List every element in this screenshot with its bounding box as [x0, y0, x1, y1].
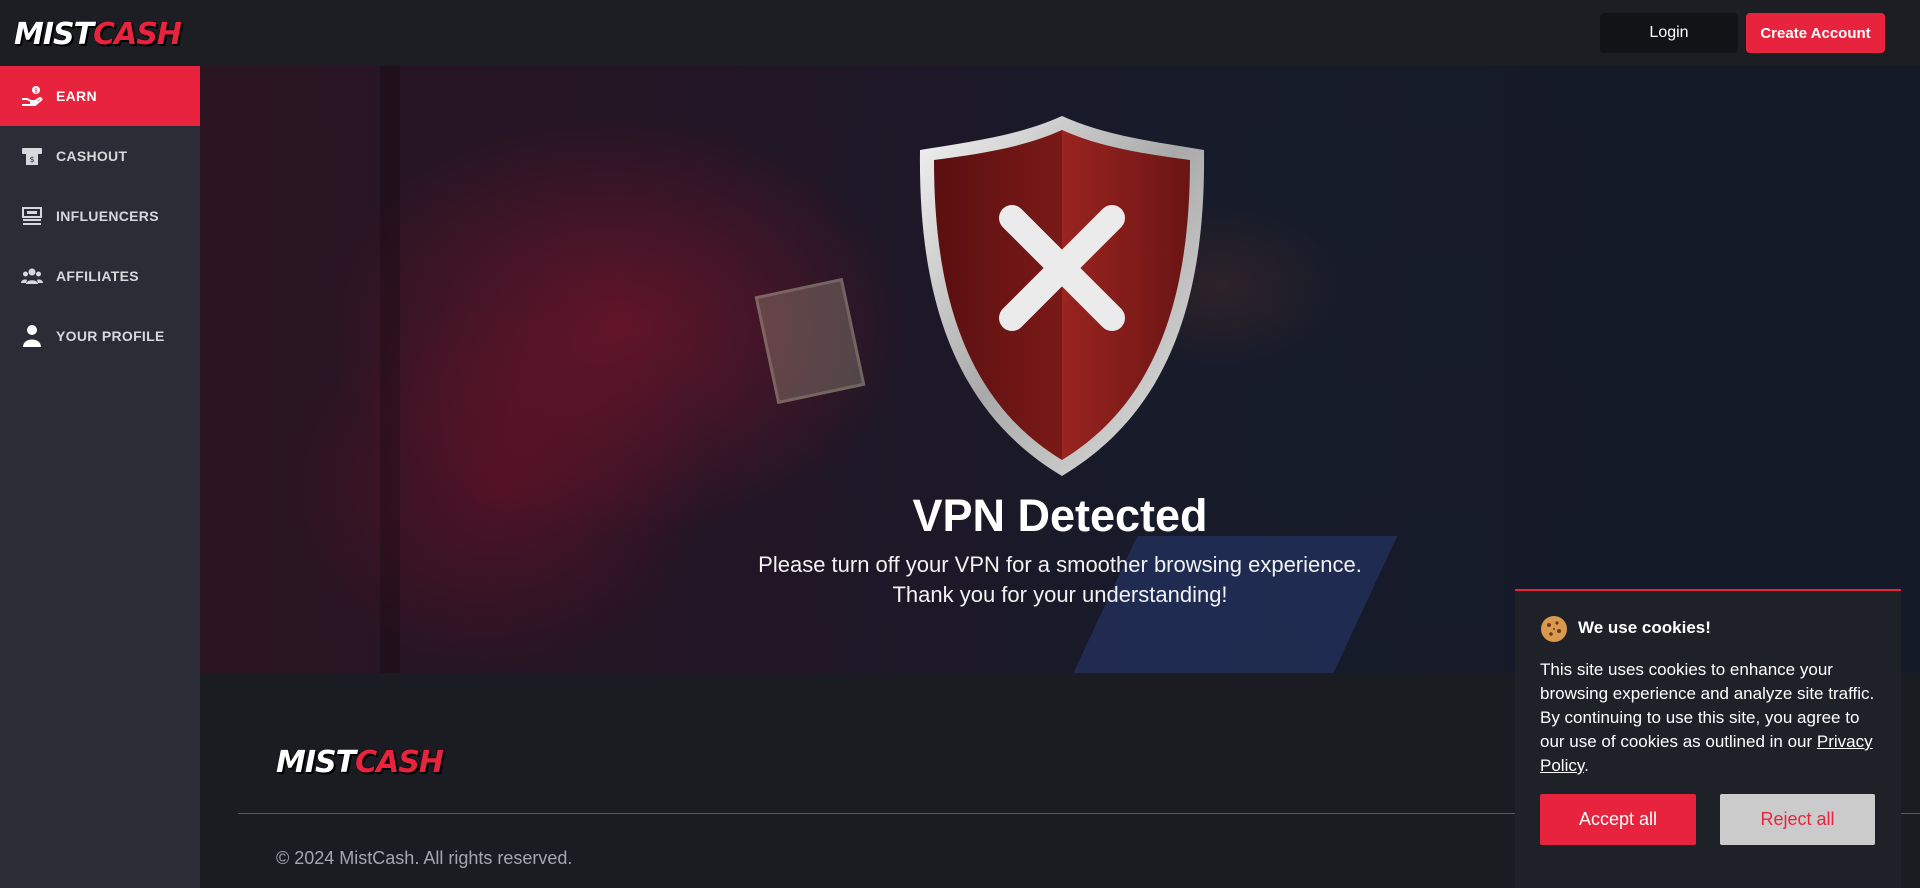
- login-button[interactable]: Login: [1600, 13, 1738, 53]
- cookie-icon: [1541, 616, 1567, 642]
- influencer-icon: [20, 204, 44, 228]
- logo-text-white: MIST: [13, 16, 95, 53]
- top-header: MISTCASH Login Create Account: [0, 0, 1920, 66]
- cashout-icon: $: [20, 144, 44, 168]
- logo-text-red: CASH: [354, 744, 444, 781]
- sidebar-item-label: EARN: [56, 88, 97, 104]
- sidebar-item-cashout[interactable]: $ CASHOUT: [0, 126, 200, 186]
- footer-logo[interactable]: MISTCASH: [275, 744, 445, 781]
- hand-coin-icon: $: [20, 84, 44, 108]
- background-image-detail: [754, 277, 866, 405]
- users-icon: [20, 264, 44, 288]
- sidebar-item-influencers[interactable]: INFLUENCERS: [0, 186, 200, 246]
- cookie-title: We use cookies!: [1578, 618, 1711, 637]
- sidebar-item-label: INFLUENCERS: [56, 208, 159, 224]
- site-logo[interactable]: MISTCASH: [13, 16, 183, 53]
- copyright-text: © 2024 MistCash. All rights reserved.: [276, 848, 573, 868]
- reject-all-button[interactable]: Reject all: [1720, 794, 1875, 845]
- cookie-consent-panel: We use cookies! This site uses cookies t…: [1515, 589, 1901, 888]
- page-title: VPN Detected: [912, 490, 1208, 541]
- user-icon: [20, 324, 44, 348]
- sidebar: $ EARN $ CASHOUT INFLUENCERS AFFILIATES …: [0, 66, 200, 888]
- vpn-hero: VPN Detected Please turn off your VPN fo…: [200, 66, 1920, 673]
- sidebar-item-earn[interactable]: $ EARN: [0, 66, 200, 126]
- sidebar-item-label: CASHOUT: [56, 148, 128, 164]
- vpn-message: Please turn off your VPN for a smoother …: [758, 552, 1362, 577]
- logo-text-red: CASH: [92, 16, 182, 53]
- svg-text:$: $: [34, 88, 38, 95]
- sidebar-item-affiliates[interactable]: AFFILIATES: [0, 246, 200, 306]
- create-account-button[interactable]: Create Account: [1746, 13, 1885, 53]
- sidebar-item-label: YOUR PROFILE: [56, 328, 165, 344]
- logo-text-white: MIST: [275, 744, 357, 781]
- cookie-text-end: .: [1584, 756, 1589, 775]
- svg-text:$: $: [29, 155, 34, 164]
- shield-x-icon: [919, 116, 1205, 476]
- sidebar-item-your-profile[interactable]: YOUR PROFILE: [0, 306, 200, 366]
- accept-all-button[interactable]: Accept all: [1540, 794, 1696, 845]
- cookie-description: This site uses cookies to enhance your b…: [1540, 658, 1885, 778]
- sidebar-item-label: AFFILIATES: [56, 268, 139, 284]
